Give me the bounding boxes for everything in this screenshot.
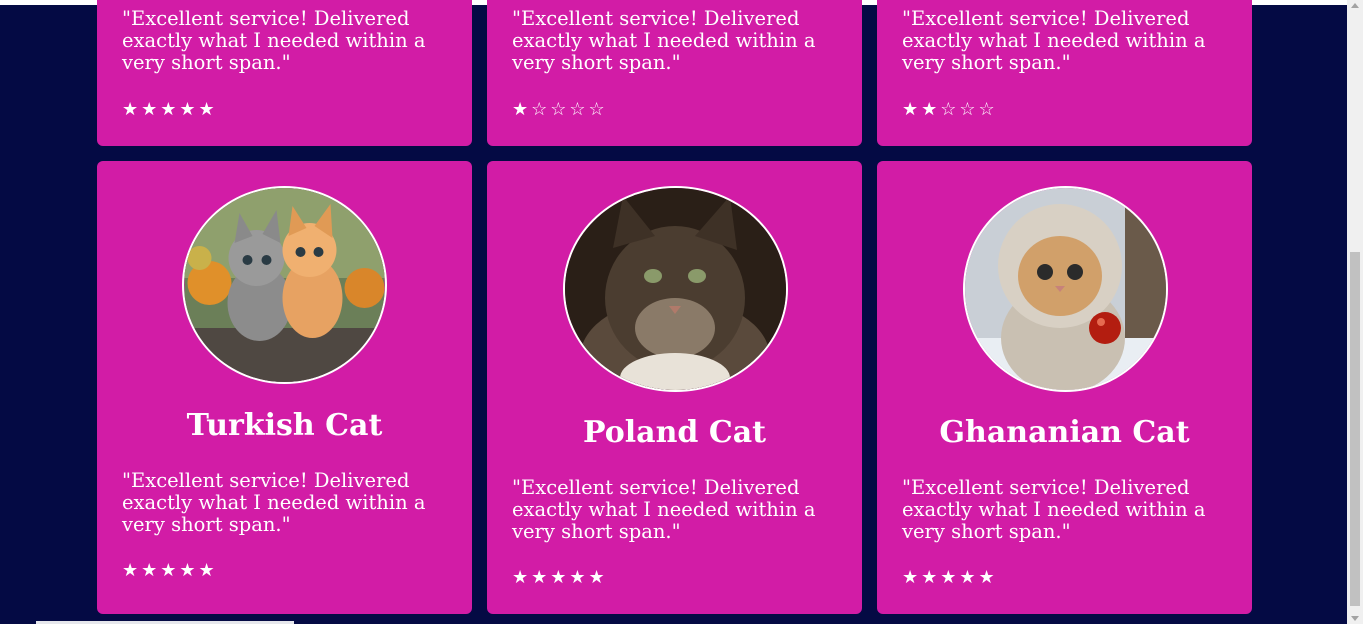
testimonial-card: "Excellent service! Delivered exactly wh… [487,0,862,146]
testimonial-quote: "Excellent service! Delivered exactly wh… [122,469,426,536]
two-kittens-photo [184,188,385,382]
star-rating: ★☆☆☆☆ [512,99,608,120]
cat-avatar [182,186,387,384]
testimonial-card-ghananian-cat: Ghananian Cat "Excellent service! Delive… [877,161,1252,614]
testimonial-quote: "Excellent service! Delivered exactly wh… [902,7,1206,74]
testimonial-quote: "Excellent service! Delivered exactly wh… [512,7,816,74]
cat-avatar [563,186,788,392]
cat-name: Poland Cat [582,415,766,450]
scrollbar-thumb[interactable] [1350,252,1360,606]
testimonial-quote: "Excellent service! Delivered exactly wh… [122,7,426,74]
star-rating: ★★★★★ [122,560,218,581]
testimonial-quote: "Excellent service! Delivered exactly wh… [902,476,1206,543]
testimonial-card-turkish-cat: Turkish Cat "Excellent service! Delivere… [97,161,472,614]
star-rating: ★★☆☆☆ [902,99,998,120]
cat-name: Ghananian Cat [939,415,1190,450]
testimonial-card: "Excellent service! Delivered exactly wh… [877,0,1252,146]
star-rating: ★★★★★ [512,567,608,588]
testimonial-quote: "Excellent service! Delivered exactly wh… [512,476,816,543]
testimonial-card-poland-cat: Poland Cat "Excellent service! Delivered… [487,161,862,614]
scroll-down-arrow-icon[interactable] [1351,616,1359,621]
star-rating: ★★★★★ [902,567,998,588]
long-haired-cat-photo [565,188,786,390]
scroll-up-arrow-icon[interactable] [1351,3,1359,8]
testimonial-card: "Excellent service! Delivered exactly wh… [97,0,472,146]
star-rating: ★★★★★ [122,99,218,120]
kitten-in-hoodie-photo [965,188,1166,390]
cat-avatar [963,186,1168,392]
cat-name: Turkish Cat [186,408,383,443]
vertical-scrollbar[interactable] [1347,0,1363,624]
